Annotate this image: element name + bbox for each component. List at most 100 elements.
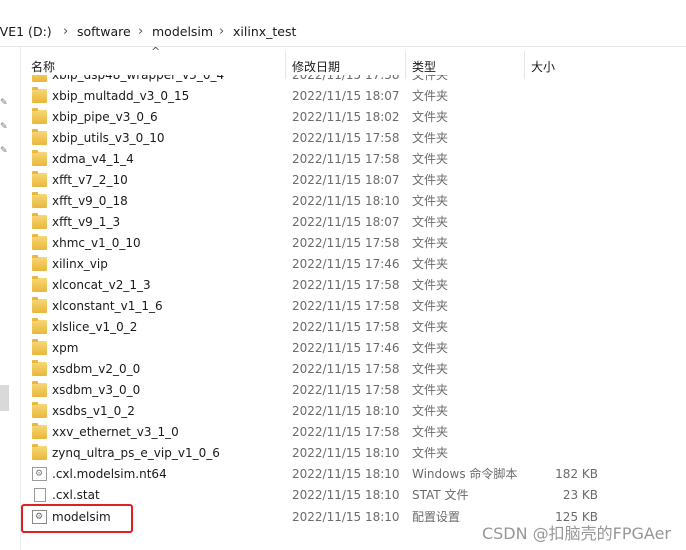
list-item[interactable]: xsdbs_v1_0_2 2022/11/15 18:10 文件夹 bbox=[21, 401, 686, 422]
file-date: 2022/11/15 18:07 bbox=[292, 173, 400, 187]
watermark: CSDN @扣脑壳的FPGAer bbox=[481, 524, 671, 543]
folder-icon bbox=[32, 402, 47, 418]
folder-icon bbox=[32, 192, 47, 208]
file-type: 文件夹 bbox=[412, 131, 449, 145]
list-item[interactable]: xbip_multadd_v3_0_15 2022/11/15 18:07 文件… bbox=[21, 86, 686, 107]
file-type: Windows 命令脚本 bbox=[412, 467, 518, 481]
file-type: 文件夹 bbox=[412, 89, 449, 103]
file-name: xsdbs_v1_0_2 bbox=[52, 404, 135, 418]
file-name: xfft_v9_1_3 bbox=[52, 215, 121, 229]
list-item[interactable]: xlslice_v1_0_2 2022/11/15 17:58 文件夹 bbox=[21, 317, 686, 338]
file-name: xbip_pipe_v3_0_6 bbox=[52, 110, 158, 124]
file-type: 文件夹 bbox=[412, 341, 449, 355]
breadcrumb-separator-icon[interactable]: › bbox=[219, 18, 224, 46]
folder-icon bbox=[32, 318, 47, 334]
folder-icon bbox=[32, 129, 47, 145]
folder-icon bbox=[32, 381, 47, 397]
file-type: 文件夹 bbox=[412, 299, 449, 313]
file-name: xbip_multadd_v3_0_15 bbox=[52, 89, 190, 103]
breadcrumb-separator-icon[interactable]: › bbox=[63, 18, 68, 46]
file-name: .cxl.modelsim.nt64 bbox=[52, 467, 167, 481]
folder-icon bbox=[32, 423, 47, 439]
folder-icon bbox=[32, 87, 47, 103]
list-item[interactable]: .cxl.modelsim.nt64 2022/11/15 18:10 Wind… bbox=[21, 464, 686, 485]
list-item[interactable]: xsdbm_v3_0_0 2022/11/15 17:58 文件夹 bbox=[21, 380, 686, 401]
list-item[interactable]: xpm 2022/11/15 17:46 文件夹 bbox=[21, 338, 686, 359]
file-date: 2022/11/15 17:58 bbox=[292, 425, 400, 439]
folder-icon bbox=[32, 360, 47, 376]
breadcrumb-modelsim[interactable]: modelsim bbox=[152, 18, 213, 46]
breadcrumb-drive[interactable]: IVE1 (D:) bbox=[0, 18, 52, 46]
file-name: xxv_ethernet_v3_1_0 bbox=[52, 425, 179, 439]
file-name: xfft_v7_2_10 bbox=[52, 173, 128, 187]
list-item[interactable]: xfft_v9_1_3 2022/11/15 18:07 文件夹 bbox=[21, 212, 686, 233]
file-date: 2022/11/15 18:10 bbox=[292, 467, 400, 481]
file-name: xbip_dsp48_wrapper_v3_0_4 bbox=[52, 68, 225, 82]
file-size: 182 KB bbox=[555, 467, 598, 481]
file-type: 文件夹 bbox=[412, 257, 449, 271]
file-date: 2022/11/15 17:58 bbox=[292, 320, 400, 334]
list-item[interactable]: .cxl.stat 2022/11/15 18:10 STAT 文件 23 KB bbox=[21, 485, 686, 506]
file-type: 文件夹 bbox=[412, 320, 449, 334]
file-name: xlconstant_v1_1_6 bbox=[52, 299, 163, 313]
file-name: xilinx_vip bbox=[52, 257, 108, 271]
file-type: 文件夹 bbox=[412, 173, 449, 187]
list-item[interactable]: xdma_v4_1_4 2022/11/15 17:58 文件夹 bbox=[21, 149, 686, 170]
file-type: 文件夹 bbox=[412, 215, 449, 229]
file-type: STAT 文件 bbox=[412, 488, 469, 502]
file-date: 2022/11/15 18:07 bbox=[292, 215, 400, 229]
list-item[interactable]: xfft_v9_0_18 2022/11/15 18:10 文件夹 bbox=[21, 191, 686, 212]
list-item[interactable]: xsdbm_v2_0_0 2022/11/15 17:58 文件夹 bbox=[21, 359, 686, 380]
list-item[interactable]: xfft_v7_2_10 2022/11/15 18:07 文件夹 bbox=[21, 170, 686, 191]
file-date: 2022/11/15 18:10 bbox=[292, 510, 400, 524]
navigation-pane[interactable]: ✎ ✎ ✎ bbox=[0, 47, 10, 550]
address-bar[interactable]: IVE1 (D:) › software › modelsim › xilinx… bbox=[0, 18, 686, 47]
folder-icon bbox=[32, 108, 47, 124]
list-item[interactable]: xhmc_v1_0_10 2022/11/15 17:58 文件夹 bbox=[21, 233, 686, 254]
file-name: xpm bbox=[52, 341, 79, 355]
file-type: 文件夹 bbox=[412, 404, 449, 418]
file-name: .cxl.stat bbox=[52, 488, 100, 502]
file-name: xsdbm_v2_0_0 bbox=[52, 362, 141, 376]
list-item[interactable]: xilinx_vip 2022/11/15 17:46 文件夹 bbox=[21, 254, 686, 275]
file-type: 文件夹 bbox=[412, 110, 449, 124]
list-item[interactable]: xbip_pipe_v3_0_6 2022/11/15 18:02 文件夹 bbox=[21, 107, 686, 128]
file-date: 2022/11/15 18:10 bbox=[292, 404, 400, 418]
file-list: xbip_dsp48_wrapper_v3_0_4 2022/11/15 17:… bbox=[21, 65, 686, 550]
file-date: 2022/11/15 17:58 bbox=[292, 236, 400, 250]
file-date: 2022/11/15 17:46 bbox=[292, 257, 400, 271]
script-file-icon bbox=[32, 467, 47, 481]
breadcrumb-software[interactable]: software bbox=[77, 18, 131, 46]
list-item[interactable]: xxv_ethernet_v3_1_0 2022/11/15 17:58 文件夹 bbox=[21, 422, 686, 443]
list-item[interactable]: xlconstant_v1_1_6 2022/11/15 17:58 文件夹 bbox=[21, 296, 686, 317]
file-icon bbox=[34, 488, 46, 502]
file-type: 文件夹 bbox=[412, 152, 449, 166]
pin-icon: ✎ bbox=[0, 122, 8, 132]
file-size: 23 KB bbox=[562, 488, 598, 502]
file-date: 2022/11/15 17:58 bbox=[292, 299, 400, 313]
breadcrumb-separator-icon[interactable]: › bbox=[138, 18, 143, 46]
list-item[interactable]: zynq_ultra_ps_e_vip_v1_0_6 2022/11/15 18… bbox=[21, 443, 686, 464]
file-name: xsdbm_v3_0_0 bbox=[52, 383, 141, 397]
list-item[interactable]: xbip_dsp48_wrapper_v3_0_4 2022/11/15 17:… bbox=[21, 68, 686, 86]
folder-icon bbox=[32, 213, 47, 229]
folder-icon bbox=[32, 444, 47, 460]
list-item[interactable]: xlconcat_v2_1_3 2022/11/15 17:58 文件夹 bbox=[21, 275, 686, 296]
list-item[interactable]: xbip_utils_v3_0_10 2022/11/15 17:58 文件夹 bbox=[21, 128, 686, 149]
navigation-scrollbar[interactable] bbox=[0, 385, 9, 411]
file-date: 2022/11/15 17:58 bbox=[292, 131, 400, 145]
highlight-box bbox=[21, 504, 133, 533]
file-type: 配置设置 bbox=[412, 510, 461, 524]
file-name: xhmc_v1_0_10 bbox=[52, 236, 141, 250]
file-type: 文件夹 bbox=[412, 383, 449, 397]
pin-icon: ✎ bbox=[0, 98, 8, 108]
file-date: 2022/11/15 18:07 bbox=[292, 89, 400, 103]
folder-icon bbox=[32, 171, 47, 187]
file-date: 2022/11/15 17:58 bbox=[292, 278, 400, 292]
pin-icon: ✎ bbox=[0, 146, 8, 156]
folder-icon bbox=[32, 75, 47, 82]
file-date: 2022/11/15 18:10 bbox=[292, 194, 400, 208]
breadcrumb-xilinx-test[interactable]: xilinx_test bbox=[233, 18, 296, 46]
folder-icon bbox=[32, 276, 47, 292]
file-name: xlconcat_v2_1_3 bbox=[52, 278, 151, 292]
